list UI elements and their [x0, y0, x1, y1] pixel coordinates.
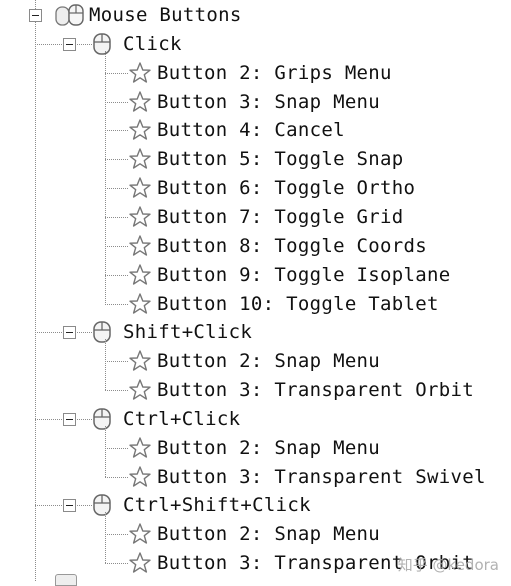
- tree-line: [105, 159, 128, 161]
- tree-line: [105, 563, 128, 565]
- tree-group-label[interactable]: Ctrl+Click: [123, 406, 240, 432]
- mouse-icon: [92, 320, 112, 348]
- tree-line: [105, 245, 128, 247]
- tree-item-label[interactable]: Button 2: Grips Menu: [157, 60, 392, 86]
- tree-item-label[interactable]: Button 2: Snap Menu: [157, 521, 380, 547]
- tree-line: [105, 274, 128, 276]
- tree-group-label[interactable]: Shift+Click: [123, 319, 252, 345]
- mouse-icon: [92, 493, 112, 521]
- tree-line: [75, 505, 92, 507]
- tree-line: [75, 43, 92, 45]
- tree-item-label[interactable]: Button 6: Toggle Ortho: [157, 175, 415, 201]
- tree-item-label[interactable]: Button 4: Cancel: [157, 117, 345, 143]
- star-icon: [128, 378, 152, 406]
- tree-item-label[interactable]: Button 8: Toggle Coords: [157, 233, 427, 259]
- next-node-icon: [55, 574, 77, 586]
- tree-line: [105, 361, 128, 363]
- tree-line: [105, 50, 106, 304]
- tree-line: [105, 390, 128, 392]
- star-icon: [128, 292, 152, 320]
- tree-item-label[interactable]: Button 2: Snap Menu: [157, 348, 380, 374]
- tree-line: [105, 512, 106, 564]
- tree-line: [105, 339, 106, 391]
- tree-line: [105, 216, 128, 218]
- star-icon: [128, 90, 152, 118]
- tree-line: [75, 418, 92, 420]
- star-icon: [128, 465, 152, 493]
- star-icon: [128, 61, 152, 89]
- tree-item-label[interactable]: Button 2: Snap Menu: [157, 435, 380, 461]
- tree-line: [105, 101, 128, 103]
- tree-group-label[interactable]: Click: [123, 31, 182, 57]
- tree-line: [105, 425, 106, 477]
- star-icon: [128, 205, 152, 233]
- tree-line: [105, 476, 128, 478]
- tree-item-label[interactable]: Button 3: Snap Menu: [157, 89, 380, 115]
- star-icon: [128, 349, 152, 377]
- star-icon: [128, 118, 152, 146]
- tree-line: [35, 418, 62, 420]
- tree-group-label[interactable]: Ctrl+Shift+Click: [123, 492, 311, 518]
- mouse-buttons-icon: [55, 3, 85, 31]
- mouse-buttons-tree: Mouse Buttons Click Button 2: Grips Menu Bu…: [0, 0, 511, 581]
- star-icon: [128, 234, 152, 262]
- tree-line: [75, 332, 92, 334]
- star-icon: [128, 263, 152, 291]
- tree-root-label[interactable]: Mouse Buttons: [89, 2, 242, 28]
- mouse-icon: [92, 32, 112, 60]
- minus-expander-icon[interactable]: [29, 9, 42, 22]
- tree-item-label[interactable]: Button 7: Toggle Grid: [157, 204, 404, 230]
- tree-line: [35, 43, 62, 45]
- tree-line: [35, 505, 62, 507]
- tree-line: [105, 534, 128, 536]
- star-icon: [128, 176, 152, 204]
- star-icon: [128, 436, 152, 464]
- star-icon: [128, 551, 152, 579]
- watermark: 知乎 @kedora: [397, 556, 499, 574]
- tree-line: [105, 130, 128, 132]
- tree-item-label[interactable]: Button 10: Toggle Tablet: [157, 291, 439, 317]
- tree-item-label[interactable]: Button 9: Toggle Isoplane: [157, 262, 450, 288]
- tree-item-label[interactable]: Button 3: Transparent Orbit: [157, 377, 474, 403]
- tree-item-label[interactable]: Button 3: Transparent Swivel: [157, 464, 486, 490]
- tree-line: [105, 72, 128, 74]
- tree-line: [35, 0, 36, 581]
- tree-item-label[interactable]: Button 5: Toggle Snap: [157, 146, 404, 172]
- mouse-icon: [92, 407, 112, 435]
- tree-line: [105, 188, 128, 190]
- tree-line: [105, 447, 128, 449]
- star-icon: [128, 147, 152, 175]
- star-icon: [128, 522, 152, 550]
- tree-line: [35, 332, 62, 334]
- tree-line: [105, 303, 128, 305]
